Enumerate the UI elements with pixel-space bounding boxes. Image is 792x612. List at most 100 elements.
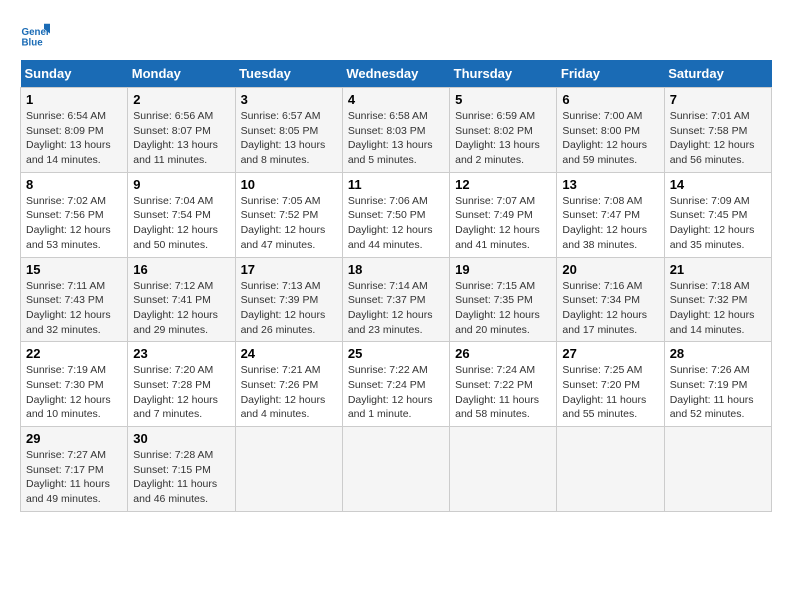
day-number: 18	[348, 262, 444, 277]
svg-text:Blue: Blue	[22, 38, 44, 49]
calendar-day-cell: 4 Sunrise: 6:58 AM Sunset: 8:03 PM Dayli…	[342, 88, 449, 173]
day-info: Sunrise: 7:04 AM Sunset: 7:54 PM Dayligh…	[133, 194, 229, 253]
day-info: Sunrise: 6:57 AM Sunset: 8:05 PM Dayligh…	[241, 109, 337, 168]
calendar-table: SundayMondayTuesdayWednesdayThursdayFrid…	[20, 60, 772, 512]
calendar-day-cell: 16 Sunrise: 7:12 AM Sunset: 7:41 PM Dayl…	[128, 257, 235, 342]
calendar-day-cell: 26 Sunrise: 7:24 AM Sunset: 7:22 PM Dayl…	[450, 342, 557, 427]
calendar-body: 1 Sunrise: 6:54 AM Sunset: 8:09 PM Dayli…	[21, 88, 772, 512]
day-info: Sunrise: 7:01 AM Sunset: 7:58 PM Dayligh…	[670, 109, 766, 168]
day-info: Sunrise: 7:16 AM Sunset: 7:34 PM Dayligh…	[562, 279, 658, 338]
day-number: 25	[348, 346, 444, 361]
calendar-day-cell: 22 Sunrise: 7:19 AM Sunset: 7:30 PM Dayl…	[21, 342, 128, 427]
calendar-week-row: 15 Sunrise: 7:11 AM Sunset: 7:43 PM Dayl…	[21, 257, 772, 342]
day-info: Sunrise: 7:15 AM Sunset: 7:35 PM Dayligh…	[455, 279, 551, 338]
calendar-day-cell: 27 Sunrise: 7:25 AM Sunset: 7:20 PM Dayl…	[557, 342, 664, 427]
day-info: Sunrise: 7:11 AM Sunset: 7:43 PM Dayligh…	[26, 279, 122, 338]
calendar-day-cell: 30 Sunrise: 7:28 AM Sunset: 7:15 PM Dayl…	[128, 427, 235, 512]
weekday-header: Sunday	[21, 60, 128, 88]
logo: General Blue	[20, 20, 50, 50]
calendar-day-cell: 5 Sunrise: 6:59 AM Sunset: 8:02 PM Dayli…	[450, 88, 557, 173]
day-number: 12	[455, 177, 551, 192]
calendar-day-cell: 19 Sunrise: 7:15 AM Sunset: 7:35 PM Dayl…	[450, 257, 557, 342]
weekday-header: Saturday	[664, 60, 771, 88]
day-info: Sunrise: 6:59 AM Sunset: 8:02 PM Dayligh…	[455, 109, 551, 168]
day-info: Sunrise: 7:18 AM Sunset: 7:32 PM Dayligh…	[670, 279, 766, 338]
day-info: Sunrise: 7:20 AM Sunset: 7:28 PM Dayligh…	[133, 363, 229, 422]
calendar-day-cell: 21 Sunrise: 7:18 AM Sunset: 7:32 PM Dayl…	[664, 257, 771, 342]
calendar-day-cell: 20 Sunrise: 7:16 AM Sunset: 7:34 PM Dayl…	[557, 257, 664, 342]
weekday-header: Thursday	[450, 60, 557, 88]
calendar-day-cell: 12 Sunrise: 7:07 AM Sunset: 7:49 PM Dayl…	[450, 172, 557, 257]
day-info: Sunrise: 7:24 AM Sunset: 7:22 PM Dayligh…	[455, 363, 551, 422]
calendar-day-cell: 24 Sunrise: 7:21 AM Sunset: 7:26 PM Dayl…	[235, 342, 342, 427]
calendar-day-cell: 2 Sunrise: 6:56 AM Sunset: 8:07 PM Dayli…	[128, 88, 235, 173]
day-number: 21	[670, 262, 766, 277]
day-number: 26	[455, 346, 551, 361]
day-info: Sunrise: 6:56 AM Sunset: 8:07 PM Dayligh…	[133, 109, 229, 168]
day-number: 6	[562, 92, 658, 107]
calendar-day-cell: 3 Sunrise: 6:57 AM Sunset: 8:05 PM Dayli…	[235, 88, 342, 173]
day-info: Sunrise: 7:22 AM Sunset: 7:24 PM Dayligh…	[348, 363, 444, 422]
day-number: 5	[455, 92, 551, 107]
day-number: 16	[133, 262, 229, 277]
calendar-day-cell: 18 Sunrise: 7:14 AM Sunset: 7:37 PM Dayl…	[342, 257, 449, 342]
day-number: 27	[562, 346, 658, 361]
day-info: Sunrise: 7:25 AM Sunset: 7:20 PM Dayligh…	[562, 363, 658, 422]
day-info: Sunrise: 7:08 AM Sunset: 7:47 PM Dayligh…	[562, 194, 658, 253]
day-info: Sunrise: 6:54 AM Sunset: 8:09 PM Dayligh…	[26, 109, 122, 168]
day-info: Sunrise: 7:26 AM Sunset: 7:19 PM Dayligh…	[670, 363, 766, 422]
page-header: General Blue	[20, 20, 772, 50]
day-info: Sunrise: 7:09 AM Sunset: 7:45 PM Dayligh…	[670, 194, 766, 253]
day-number: 19	[455, 262, 551, 277]
day-info: Sunrise: 7:06 AM Sunset: 7:50 PM Dayligh…	[348, 194, 444, 253]
calendar-day-cell: 8 Sunrise: 7:02 AM Sunset: 7:56 PM Dayli…	[21, 172, 128, 257]
day-number: 24	[241, 346, 337, 361]
day-number: 20	[562, 262, 658, 277]
day-number: 15	[26, 262, 122, 277]
weekday-header: Monday	[128, 60, 235, 88]
day-number: 7	[670, 92, 766, 107]
day-info: Sunrise: 7:14 AM Sunset: 7:37 PM Dayligh…	[348, 279, 444, 338]
day-info: Sunrise: 7:28 AM Sunset: 7:15 PM Dayligh…	[133, 448, 229, 507]
day-info: Sunrise: 7:07 AM Sunset: 7:49 PM Dayligh…	[455, 194, 551, 253]
calendar-day-cell: 14 Sunrise: 7:09 AM Sunset: 7:45 PM Dayl…	[664, 172, 771, 257]
calendar-day-cell: 23 Sunrise: 7:20 AM Sunset: 7:28 PM Dayl…	[128, 342, 235, 427]
day-info: Sunrise: 6:58 AM Sunset: 8:03 PM Dayligh…	[348, 109, 444, 168]
day-number: 11	[348, 177, 444, 192]
calendar-day-cell: 29 Sunrise: 7:27 AM Sunset: 7:17 PM Dayl…	[21, 427, 128, 512]
calendar-week-row: 22 Sunrise: 7:19 AM Sunset: 7:30 PM Dayl…	[21, 342, 772, 427]
calendar-week-row: 8 Sunrise: 7:02 AM Sunset: 7:56 PM Dayli…	[21, 172, 772, 257]
calendar-day-cell: 6 Sunrise: 7:00 AM Sunset: 8:00 PM Dayli…	[557, 88, 664, 173]
calendar-day-cell: 17 Sunrise: 7:13 AM Sunset: 7:39 PM Dayl…	[235, 257, 342, 342]
calendar-day-cell	[664, 427, 771, 512]
day-number: 14	[670, 177, 766, 192]
day-number: 8	[26, 177, 122, 192]
calendar-header-row: SundayMondayTuesdayWednesdayThursdayFrid…	[21, 60, 772, 88]
calendar-day-cell: 13 Sunrise: 7:08 AM Sunset: 7:47 PM Dayl…	[557, 172, 664, 257]
day-number: 3	[241, 92, 337, 107]
day-info: Sunrise: 7:00 AM Sunset: 8:00 PM Dayligh…	[562, 109, 658, 168]
day-number: 4	[348, 92, 444, 107]
day-info: Sunrise: 7:19 AM Sunset: 7:30 PM Dayligh…	[26, 363, 122, 422]
day-info: Sunrise: 7:13 AM Sunset: 7:39 PM Dayligh…	[241, 279, 337, 338]
day-number: 9	[133, 177, 229, 192]
day-info: Sunrise: 7:12 AM Sunset: 7:41 PM Dayligh…	[133, 279, 229, 338]
day-number: 1	[26, 92, 122, 107]
calendar-day-cell	[450, 427, 557, 512]
weekday-header: Tuesday	[235, 60, 342, 88]
day-info: Sunrise: 7:27 AM Sunset: 7:17 PM Dayligh…	[26, 448, 122, 507]
calendar-day-cell: 11 Sunrise: 7:06 AM Sunset: 7:50 PM Dayl…	[342, 172, 449, 257]
calendar-week-row: 29 Sunrise: 7:27 AM Sunset: 7:17 PM Dayl…	[21, 427, 772, 512]
calendar-day-cell: 7 Sunrise: 7:01 AM Sunset: 7:58 PM Dayli…	[664, 88, 771, 173]
logo-icon: General Blue	[20, 20, 50, 50]
day-number: 13	[562, 177, 658, 192]
day-info: Sunrise: 7:02 AM Sunset: 7:56 PM Dayligh…	[26, 194, 122, 253]
calendar-day-cell	[557, 427, 664, 512]
calendar-day-cell: 28 Sunrise: 7:26 AM Sunset: 7:19 PM Dayl…	[664, 342, 771, 427]
calendar-day-cell: 25 Sunrise: 7:22 AM Sunset: 7:24 PM Dayl…	[342, 342, 449, 427]
calendar-day-cell	[235, 427, 342, 512]
calendar-day-cell: 9 Sunrise: 7:04 AM Sunset: 7:54 PM Dayli…	[128, 172, 235, 257]
calendar-day-cell: 1 Sunrise: 6:54 AM Sunset: 8:09 PM Dayli…	[21, 88, 128, 173]
calendar-week-row: 1 Sunrise: 6:54 AM Sunset: 8:09 PM Dayli…	[21, 88, 772, 173]
day-number: 10	[241, 177, 337, 192]
